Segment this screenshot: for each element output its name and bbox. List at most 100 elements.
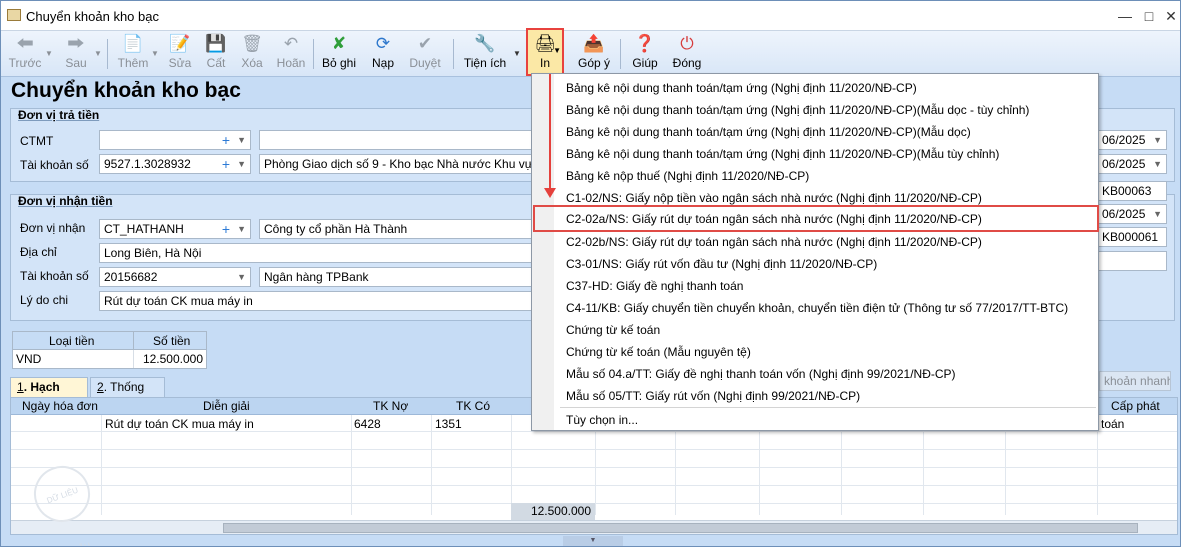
feedback-label: Góp ý (577, 56, 610, 70)
chevron-down-icon[interactable]: ▼ (45, 49, 53, 58)
chevron-down-icon[interactable]: ▼ (151, 49, 159, 58)
forward-button[interactable]: 🠲 Sau (59, 33, 93, 75)
menu-item-print-5[interactable]: Bảng kê nộp thuế (Nghị định 11/2020/NĐ-C… (566, 169, 809, 183)
col-description[interactable]: Diễn giải (203, 399, 250, 413)
scrollbar-thumb[interactable] (223, 523, 1138, 533)
date-field-1[interactable]: 06/2025 ▼ (1097, 130, 1167, 150)
quick-account-button[interactable]: khoản nhanh (1099, 371, 1171, 391)
help-button[interactable]: ❓ Giúp (627, 33, 663, 75)
code-field-1[interactable]: KB00063 (1097, 181, 1167, 201)
blank-field[interactable] (1097, 251, 1167, 271)
date-field-3[interactable]: 06/2025 ▼ (1097, 204, 1167, 224)
tab-stats[interactable]: 2. Thống kê (90, 377, 165, 412)
chevron-down-icon[interactable]: ▼ (1153, 155, 1162, 173)
menu-item-print-9[interactable]: C3-01/NS: Giấy rút vốn đầu tư (Nghị định… (566, 257, 877, 271)
chevron-down-icon[interactable]: ▼ (237, 268, 246, 286)
ctmt-label: CTMT (20, 134, 54, 148)
delete-button[interactable]: 🗑 Xóa (236, 33, 268, 75)
menu-item-print-4[interactable]: Bảng kê nội dung thanh toán/tạm ứng (Ngh… (566, 147, 999, 161)
payee-unit-field[interactable]: CT_HATHANH + ▼ (99, 219, 251, 239)
plus-icon[interactable]: + (222, 155, 230, 173)
payer-bank-field[interactable]: Phòng Giao dịch số 9 - Kho bạc Nhà nước … (259, 154, 539, 174)
menu-item-print-11[interactable]: C4-11/KB: Giấy chuyển tiền chuyển khoản,… (566, 301, 1068, 315)
menu-item-print-14[interactable]: Mẫu số 04.a/TT: Giấy đề nghị thanh toán … (566, 367, 956, 381)
menu-item-print-10[interactable]: C37-HD: Giấy đề nghị thanh toán (566, 279, 743, 293)
save-button[interactable]: 💾 Cất (201, 33, 231, 75)
menu-item-print-options[interactable]: Tùy chọn in... (566, 413, 638, 427)
highlight-box (533, 205, 1099, 232)
menu-item-print-1[interactable]: Bảng kê nội dung thanh toán/tạm ứng (Ngh… (566, 81, 917, 95)
amount-header: Số tiền (153, 334, 191, 348)
undo-button[interactable]: ↶ Hoãn (273, 33, 309, 75)
address-field[interactable]: Long Biên, Hà Nội (99, 243, 539, 263)
table-row[interactable] (11, 469, 1177, 486)
payer-account-field[interactable]: 9527.1.3028932 + ▼ (99, 154, 251, 174)
plus-icon[interactable]: + (222, 131, 230, 149)
menu-item-print-13[interactable]: Chứng từ kế toán (Mẫu nguyên tệ) (566, 345, 751, 359)
payee-unit-name-field[interactable]: Công ty cổ phần Hà Thành (259, 219, 539, 239)
close-button[interactable]: ⏻ Đóng (669, 33, 705, 75)
chevron-down-icon[interactable]: ▼ (1153, 205, 1162, 223)
menu-item-print-6[interactable]: C1-02/NS: Giấy nộp tiền vào ngân sách nh… (566, 191, 982, 205)
horizontal-scrollbar[interactable] (11, 520, 1177, 534)
chevron-down-icon[interactable]: ▼ (237, 131, 246, 149)
close-icon[interactable]: ✕ (1161, 7, 1180, 25)
chevron-down-icon[interactable]: ▼ (553, 46, 561, 55)
payee-bank-field[interactable]: Ngân hàng TPBank (259, 267, 539, 287)
back-button[interactable]: 🠰 Trước (7, 33, 43, 75)
menu-item-print-12[interactable]: Chứng từ kế toán (566, 323, 660, 337)
payee-account-field[interactable]: 20156682 ▼ (99, 267, 251, 287)
code-field-2[interactable]: KB000061 (1097, 227, 1167, 247)
delete-label: Xóa (241, 56, 263, 70)
menu-item-print-2[interactable]: Bảng kê nội dung thanh toán/tạm ứng (Ngh… (566, 103, 1029, 117)
col-invoice-date[interactable]: Ngày hóa đơn (22, 399, 98, 413)
tab-accounting[interactable]: 1. Hạch toán (10, 377, 88, 412)
chevron-down-icon[interactable]: ▼ (237, 155, 246, 173)
ctmt-name-field[interactable] (259, 130, 539, 150)
payer-section-title: Đơn vị trả tiền (18, 108, 100, 122)
delete-document-icon: 🗑 (241, 34, 263, 53)
col-debit[interactable]: TK Nợ (373, 399, 408, 413)
toolbar-separator (313, 39, 314, 69)
menu-item-print-8[interactable]: C2-02b/NS: Giấy rút dự toán ngân sách nh… (566, 235, 982, 249)
menu-item-print-15[interactable]: Mẫu số 05/TT: Giấy rút vốn (Nghị định 99… (566, 389, 860, 403)
add-button[interactable]: 📄 Thêm (115, 33, 151, 75)
chevron-down-icon[interactable]: ▼ (1153, 131, 1162, 149)
chevron-down-icon[interactable]: ▼ (513, 49, 521, 58)
undo-label: Hoãn (276, 56, 306, 70)
utilities-button[interactable]: 🔧 Tiện ích (461, 33, 509, 75)
unpost-button[interactable]: ✘ Bỏ ghi (319, 33, 359, 75)
date-field-2[interactable]: 06/2025 ▼ (1097, 154, 1167, 174)
expand-arrow-icon[interactable]: ▼ (563, 536, 623, 546)
reload-label: Nạp (371, 56, 394, 70)
minimize-icon[interactable]: — (1115, 7, 1135, 25)
menu-separator (560, 407, 1096, 408)
tab-accounting-key: 1 (17, 380, 24, 394)
currency-row[interactable]: VND 12.500.000 (13, 350, 206, 368)
help-icon: ❓ (634, 34, 656, 53)
chevron-down-icon[interactable]: ▼ (94, 49, 102, 58)
address-label: Địa chỉ (20, 245, 57, 259)
payee-unit-label: Đơn vị nhận (20, 221, 86, 235)
edit-button[interactable]: 📝 Sửa (165, 33, 195, 75)
chevron-down-icon[interactable]: ▼ (237, 220, 246, 238)
approve-button[interactable]: ✔ Duyệt (405, 33, 445, 75)
unpost-icon: ✘ (331, 34, 347, 53)
reason-field[interactable]: Rút dự toán CK mua máy in (99, 291, 539, 311)
approve-label: Duyệt (409, 56, 441, 70)
menu-item-print-3[interactable]: Bảng kê nội dung thanh toán/tạm ứng (Ngh… (566, 125, 971, 139)
feedback-button[interactable]: 📤 Góp ý (575, 33, 613, 75)
payee-section-title: Đơn vị nhận tiền (18, 194, 113, 208)
table-row[interactable] (11, 433, 1177, 450)
document-icon: 📄 (122, 34, 144, 53)
maximize-icon[interactable]: □ (1139, 7, 1159, 25)
col-grant[interactable]: Cấp phát (1111, 399, 1160, 413)
col-credit[interactable]: TK Có (456, 399, 490, 413)
table-row[interactable] (11, 451, 1177, 468)
app-icon (7, 9, 21, 21)
ctmt-field[interactable]: + ▼ (99, 130, 251, 150)
print-button[interactable]: 🖨 In ▼ (526, 28, 564, 76)
reload-button[interactable]: ⟳ Nạp (367, 33, 399, 75)
table-row[interactable] (11, 487, 1177, 504)
plus-icon[interactable]: + (222, 220, 230, 238)
